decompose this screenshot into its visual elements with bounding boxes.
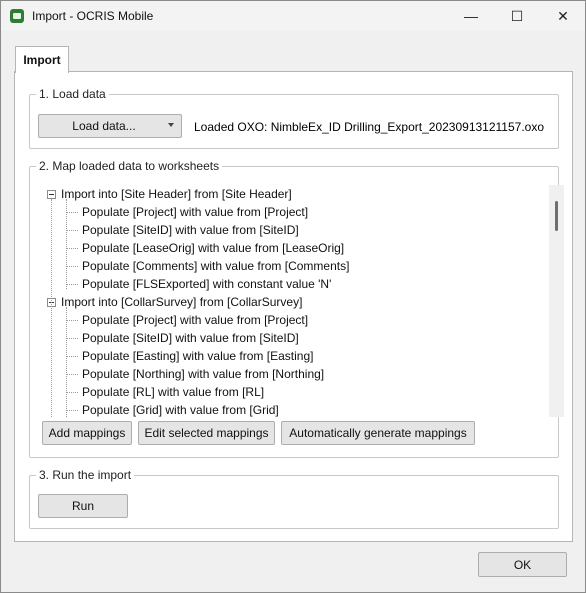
maximize-icon: ☐ <box>510 7 524 24</box>
tree-mapping-node[interactable]: Populate [Easting] with value from [East… <box>82 347 313 365</box>
tree-mapping-node[interactable]: Populate [SiteID] with value from [SiteI… <box>82 329 299 347</box>
collapse-icon[interactable] <box>47 190 56 199</box>
tree-mapping-node[interactable]: Populate [Northing] with value from [Nor… <box>82 365 324 383</box>
tree-scrollbar[interactable] <box>549 185 564 417</box>
loaded-file-text: Loaded OXO: NimbleEx_ID Drilling_Export_… <box>194 120 544 134</box>
tree-connector <box>66 284 78 285</box>
map-data-label: 2. Map loaded data to worksheets <box>36 159 223 173</box>
tree-mapping-node[interactable]: Populate [SiteID] with value from [SiteI… <box>82 221 299 239</box>
close-icon: ✕ <box>557 7 569 24</box>
run-button[interactable]: Run <box>38 494 128 518</box>
scrollbar-thumb[interactable] <box>555 201 558 231</box>
tree-connector <box>66 212 78 213</box>
tree-connector <box>66 248 78 249</box>
tree-mapping-node[interactable]: Populate [Project] with value from [Proj… <box>82 203 308 221</box>
import-tab-page: 1. Load data Load data... Loaded OXO: Ni… <box>14 71 573 542</box>
run-import-label: 3. Run the import <box>36 468 135 482</box>
load-data-button-label: Load data... <box>72 119 136 133</box>
tree-mapping-node[interactable]: Populate [Comments] with value from [Com… <box>82 257 349 275</box>
tree-group-node[interactable]: Import into [CollarSurvey] from [CollarS… <box>61 293 302 311</box>
load-data-button[interactable]: Load data... <box>38 114 182 138</box>
tree-connector <box>66 338 78 339</box>
tree-connector <box>66 410 78 411</box>
title-bar[interactable]: Import - OCRIS Mobile — ☐ ✕ <box>1 1 585 31</box>
window-title: Import - OCRIS Mobile <box>32 9 154 23</box>
add-mappings-button[interactable]: Add mappings <box>42 421 132 445</box>
tree-group-node[interactable]: Import into [Site Header] from [Site Hea… <box>61 185 292 203</box>
minimize-button[interactable]: — <box>448 1 494 31</box>
tree-connector <box>66 230 78 231</box>
auto-generate-mappings-button[interactable]: Automatically generate mappings <box>281 421 475 445</box>
tree-branch-line <box>66 307 67 417</box>
map-data-group: 2. Map loaded data to worksheets Import … <box>29 159 564 458</box>
tab-import[interactable]: Import <box>15 46 69 73</box>
edit-mappings-button[interactable]: Edit selected mappings <box>138 421 275 445</box>
tree-mapping-node[interactable]: Populate [Grid] with value from [Grid] <box>82 401 279 417</box>
tree-connector <box>66 392 78 393</box>
ok-button[interactable]: OK <box>478 552 567 577</box>
import-window: Import - OCRIS Mobile — ☐ ✕ Import 1. Lo… <box>0 0 586 593</box>
run-import-group: 3. Run the import Run <box>29 468 559 529</box>
load-data-group: 1. Load data Load data... Loaded OXO: Ni… <box>29 87 559 149</box>
tree-mapping-node[interactable]: Populate [FLSExported] with constant val… <box>82 275 331 293</box>
app-icon <box>10 9 24 23</box>
tree-connector <box>66 266 78 267</box>
maximize-button[interactable]: ☐ <box>494 1 540 31</box>
tree-branch-line <box>66 199 67 289</box>
chevron-down-icon <box>168 123 174 127</box>
tree-connector <box>66 374 78 375</box>
tree-spine <box>51 199 52 417</box>
mapping-tree[interactable]: Import into [Site Header] from [Site Hea… <box>45 185 551 417</box>
load-data-label: 1. Load data <box>36 87 109 101</box>
minimize-icon: — <box>464 8 478 24</box>
close-button[interactable]: ✕ <box>540 1 586 31</box>
tree-connector <box>66 356 78 357</box>
tree-mapping-node[interactable]: Populate [LeaseOrig] with value from [Le… <box>82 239 344 257</box>
tree-mapping-node[interactable]: Populate [Project] with value from [Proj… <box>82 311 308 329</box>
tree-connector <box>66 320 78 321</box>
tree-mapping-node[interactable]: Populate [RL] with value from [RL] <box>82 383 264 401</box>
